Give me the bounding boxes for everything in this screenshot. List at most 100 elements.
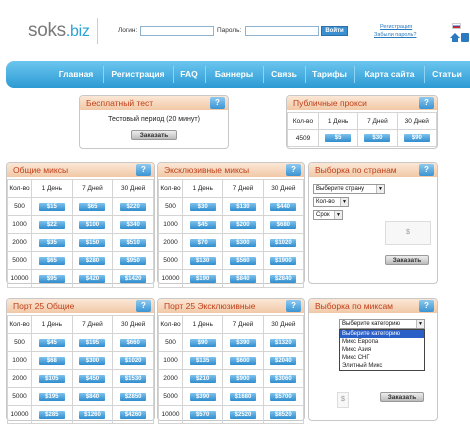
price-button[interactable]: $1020 <box>120 356 147 365</box>
dropdown-option[interactable]: Микс СНГ <box>340 354 424 362</box>
nav-register[interactable]: Регистрация <box>106 61 170 88</box>
dropdown-option[interactable]: Микс Европа <box>340 338 424 346</box>
nav-banners[interactable]: Баннеры <box>208 61 260 88</box>
country-order-button[interactable]: Заказать <box>385 255 429 265</box>
price-button[interactable]: $900 <box>229 374 256 383</box>
password-input[interactable] <box>245 26 319 36</box>
help-button[interactable]: ? <box>419 164 434 176</box>
price-button[interactable]: $8520 <box>270 410 297 419</box>
dropdown-option[interactable]: Выберите категорию <box>340 330 424 338</box>
dropdown-option[interactable]: Микс Азия <box>340 346 424 354</box>
flag-ru-icon[interactable] <box>452 23 461 29</box>
help-button[interactable]: ? <box>210 97 225 109</box>
price-button[interactable]: $560 <box>229 256 256 265</box>
term-select[interactable]: Срок ▼ <box>313 210 343 220</box>
help-button[interactable]: ? <box>286 300 301 312</box>
price-button[interactable]: $1900 <box>270 256 297 265</box>
price-button[interactable]: $150 <box>79 238 106 247</box>
price-button[interactable]: $440 <box>270 202 297 211</box>
help-button[interactable]: ? <box>419 97 434 109</box>
price-button[interactable]: $130 <box>189 256 216 265</box>
price-button[interactable]: $100 <box>79 220 106 229</box>
help-button[interactable]: ? <box>136 300 151 312</box>
price-button[interactable]: $1260 <box>79 410 106 419</box>
bookmark-icon[interactable] <box>461 33 469 42</box>
price-button[interactable]: $210 <box>189 374 216 383</box>
price-button[interactable]: $340 <box>120 220 147 229</box>
price-button[interactable]: $195 <box>79 338 106 347</box>
price-button[interactable]: $30 <box>364 134 391 142</box>
site-logo[interactable]: soks.biz <box>28 20 90 42</box>
login-input[interactable] <box>140 26 214 36</box>
price-button[interactable]: $2840 <box>270 274 297 283</box>
login-button[interactable]: Войти <box>321 26 348 36</box>
price-button[interactable]: $195 <box>38 392 65 401</box>
price-button[interactable]: $680 <box>270 220 297 229</box>
price-button[interactable]: $135 <box>189 356 216 365</box>
forgot-password-link[interactable]: Забыли пароль? <box>374 31 416 39</box>
register-link[interactable]: Регистрация <box>380 23 412 31</box>
price-button[interactable]: $190 <box>189 274 216 283</box>
price-button[interactable]: $510 <box>120 238 147 247</box>
nav-sitemap[interactable]: Карта сайта <box>357 61 422 88</box>
price-button[interactable]: $45 <box>189 220 216 229</box>
help-button[interactable]: ? <box>286 164 301 176</box>
price-button[interactable]: $2040 <box>270 356 297 365</box>
price-button[interactable]: $600 <box>229 356 256 365</box>
price-button[interactable]: $390 <box>229 338 256 347</box>
price-button[interactable]: $90 <box>403 134 430 142</box>
price-button[interactable]: $840 <box>79 392 106 401</box>
free-test-order-button[interactable]: Заказать <box>131 130 177 140</box>
nav-home[interactable]: Главная <box>52 61 100 88</box>
nav-tariffs[interactable]: Тарифы <box>308 61 351 88</box>
price-button[interactable]: $660 <box>120 338 147 347</box>
price-button[interactable]: $68 <box>38 356 65 365</box>
price-button[interactable]: $4260 <box>120 410 147 419</box>
price-button[interactable]: $5 <box>325 134 352 142</box>
price-button[interactable]: $1680 <box>229 392 256 401</box>
price-button[interactable]: $840 <box>229 274 256 283</box>
price-button[interactable]: $5700 <box>270 392 297 401</box>
category-select[interactable]: Выберите категорию ▼ <box>339 319 425 329</box>
chevron-down-icon: ▼ <box>376 185 384 193</box>
price-button[interactable]: $130 <box>229 202 256 211</box>
price-button[interactable]: $2520 <box>229 410 256 419</box>
nav-contact[interactable]: Связь <box>266 61 302 88</box>
price-button[interactable]: $65 <box>38 256 65 265</box>
nav-faq[interactable]: FAQ <box>176 61 202 88</box>
price-button[interactable]: $200 <box>229 220 256 229</box>
quantity-select[interactable]: Кол-во ▼ <box>313 197 349 207</box>
price-button[interactable]: $300 <box>229 238 256 247</box>
price-button[interactable]: $45 <box>38 338 65 347</box>
price-button[interactable]: $105 <box>38 374 65 383</box>
price-button[interactable]: $570 <box>189 410 216 419</box>
price-button[interactable]: $950 <box>120 256 147 265</box>
price-button[interactable]: $1420 <box>120 274 147 283</box>
price-button[interactable]: $35 <box>38 238 65 247</box>
price-button[interactable]: $70 <box>189 238 216 247</box>
price-button[interactable]: $65 <box>79 202 106 211</box>
price-button[interactable]: $220 <box>120 202 147 211</box>
price-button[interactable]: $3060 <box>270 374 297 383</box>
price-button[interactable]: $285 <box>38 410 65 419</box>
nav-articles[interactable]: Статьи <box>427 61 467 88</box>
price-button[interactable]: $300 <box>79 356 106 365</box>
price-button[interactable]: $90 <box>189 338 216 347</box>
price-button[interactable]: $1530 <box>120 374 147 383</box>
price-button[interactable]: $1020 <box>270 238 297 247</box>
price-button[interactable]: $30 <box>189 202 216 211</box>
help-button[interactable]: ? <box>136 164 151 176</box>
help-button[interactable]: ? <box>419 300 434 312</box>
price-button[interactable]: $2850 <box>120 392 147 401</box>
price-button[interactable]: $280 <box>79 256 106 265</box>
country-select[interactable]: Выберите страну ▼ <box>313 184 385 194</box>
mix-order-button[interactable]: Заказать <box>380 392 424 402</box>
price-button[interactable]: $420 <box>79 274 106 283</box>
dropdown-option[interactable]: Элитный Микс <box>340 362 424 370</box>
price-button[interactable]: $95 <box>38 274 65 283</box>
price-button[interactable]: $15 <box>38 202 65 211</box>
price-button[interactable]: $390 <box>189 392 216 401</box>
price-button[interactable]: $450 <box>79 374 106 383</box>
price-button[interactable]: $22 <box>38 220 65 229</box>
price-button[interactable]: $1320 <box>270 338 297 347</box>
